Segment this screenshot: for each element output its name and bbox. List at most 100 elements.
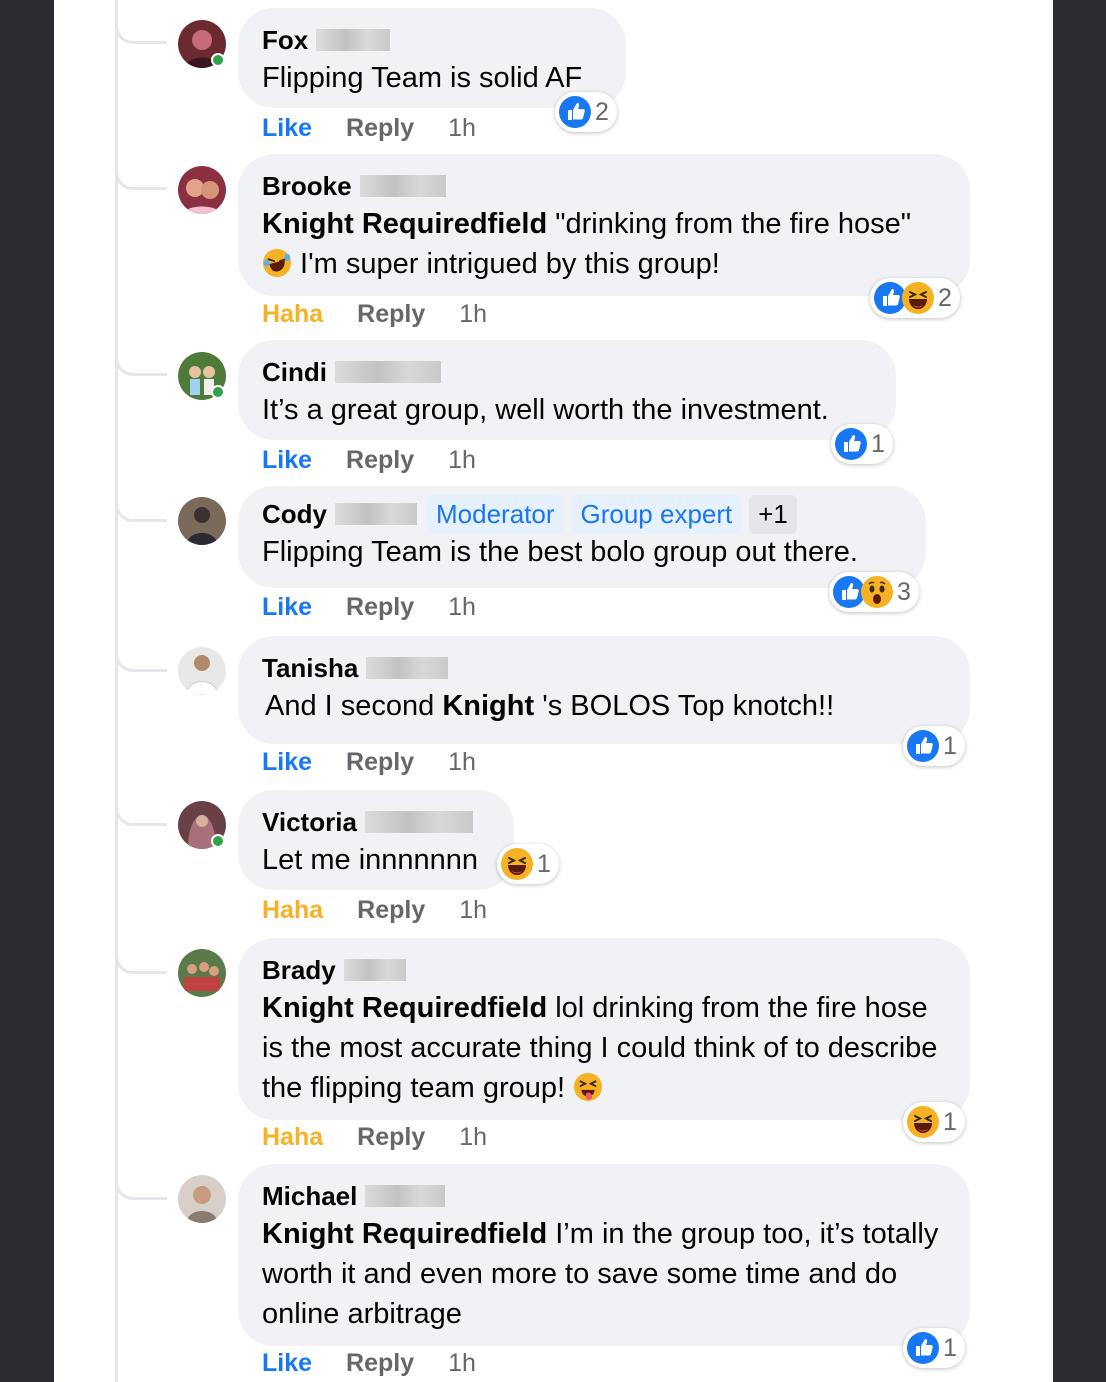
reply-button[interactable]: Reply bbox=[346, 446, 414, 475]
online-status-dot bbox=[211, 385, 225, 399]
reaction-count: 1 bbox=[943, 1107, 957, 1136]
reply-button[interactable]: Reply bbox=[357, 300, 425, 329]
comment-actions: Like Reply 1h bbox=[262, 114, 510, 143]
comment-bubble[interactable]: Cindi It’s a great group, well worth the… bbox=[238, 340, 896, 440]
timestamp[interactable]: 1h bbox=[448, 593, 476, 622]
group-expert-badge[interactable]: Group expert bbox=[571, 494, 742, 534]
like-button[interactable]: Like bbox=[262, 446, 312, 475]
avatar[interactable] bbox=[178, 166, 226, 214]
reaction-summary[interactable]: 1 bbox=[903, 726, 965, 766]
reply-button[interactable]: Reply bbox=[346, 593, 414, 622]
reaction-summary[interactable]: 1 bbox=[831, 424, 893, 464]
wow-icon bbox=[861, 576, 893, 608]
comment-text: Let me innnnnnn bbox=[262, 844, 479, 876]
comment-bubble[interactable]: Victoria Let me innnnnnn bbox=[238, 790, 514, 890]
reaction-count: 1 bbox=[943, 1333, 957, 1362]
squinting-tongue-emoji-icon bbox=[573, 1072, 603, 1102]
author-name[interactable]: Cody bbox=[262, 499, 327, 530]
redacted-surname bbox=[316, 29, 391, 51]
reply-button[interactable]: Reply bbox=[346, 748, 414, 777]
comment-bubble[interactable]: Brady Knight Requiredfield lol drinking … bbox=[238, 938, 970, 1120]
timestamp[interactable]: 1h bbox=[459, 300, 487, 329]
timestamp[interactable]: 1h bbox=[448, 748, 476, 777]
author-name[interactable]: Cindi bbox=[262, 357, 327, 388]
author-name[interactable]: Fox bbox=[262, 25, 308, 56]
moderator-badge[interactable]: Moderator bbox=[427, 494, 564, 534]
mention-link[interactable]: Knight Requiredfield bbox=[262, 992, 547, 1024]
timestamp[interactable]: 1h bbox=[459, 896, 487, 925]
reply-button[interactable]: Reply bbox=[357, 1123, 425, 1152]
thread-connector bbox=[115, 636, 167, 672]
online-status-dot bbox=[211, 53, 225, 67]
avatar[interactable] bbox=[178, 647, 226, 695]
reaction-summary[interactable]: 2 bbox=[870, 278, 960, 318]
comment-text: And I second Knight 's BOLOS Top knotch!… bbox=[265, 690, 835, 722]
comment-text: It’s a great group, well worth the inves… bbox=[262, 394, 829, 426]
avatar[interactable] bbox=[178, 949, 226, 997]
more-badges-button[interactable]: +1 bbox=[749, 494, 797, 534]
like-button[interactable]: Like bbox=[262, 1349, 312, 1378]
reply-button[interactable]: Reply bbox=[346, 1349, 414, 1378]
redacted-surname bbox=[359, 175, 446, 197]
mention-link[interactable]: Knight Requiredfield bbox=[262, 1218, 547, 1250]
thread-connector bbox=[115, 938, 167, 974]
avatar[interactable] bbox=[178, 497, 226, 545]
timestamp[interactable]: 1h bbox=[448, 1349, 476, 1378]
comment-text: Knight Requiredfield lol drinking from t… bbox=[262, 992, 938, 1104]
timestamp[interactable]: 1h bbox=[448, 446, 476, 475]
redacted-surname bbox=[365, 1185, 446, 1207]
comment-actions: Like Reply 1h bbox=[262, 1349, 510, 1378]
online-status-dot bbox=[211, 834, 225, 848]
redacted-surname bbox=[364, 811, 473, 833]
like-button[interactable]: Like bbox=[262, 114, 312, 143]
mention-link[interactable]: Knight bbox=[442, 690, 534, 722]
redacted-surname bbox=[335, 361, 441, 383]
reaction-summary[interactable]: 2 bbox=[555, 92, 617, 132]
reaction-summary[interactable]: 1 bbox=[903, 1328, 965, 1368]
author-name[interactable]: Michael bbox=[262, 1181, 357, 1212]
timestamp[interactable]: 1h bbox=[459, 1123, 487, 1152]
like-icon bbox=[835, 428, 867, 460]
comment-bubble[interactable]: Brooke Knight Requiredfield "drinking fr… bbox=[238, 154, 970, 296]
reaction-summary[interactable]: 3 bbox=[829, 572, 919, 612]
reaction-count: 3 bbox=[897, 577, 911, 606]
rofl-emoji-icon bbox=[262, 248, 292, 278]
comment-bubble[interactable]: Cody Moderator Group expert +1 Flipping … bbox=[238, 486, 926, 588]
haha-button[interactable]: Haha bbox=[262, 300, 323, 329]
reply-button[interactable]: Reply bbox=[357, 896, 425, 925]
author-name[interactable]: Victoria bbox=[262, 807, 357, 838]
haha-button[interactable]: Haha bbox=[262, 1123, 323, 1152]
comment-bubble[interactable]: Michael Knight Requiredfield I’m in the … bbox=[238, 1164, 970, 1346]
haha-icon bbox=[501, 848, 533, 880]
author-name[interactable]: Brady bbox=[262, 955, 336, 986]
comment-text: Flipping Team is the best bolo group out… bbox=[262, 536, 858, 568]
reaction-count: 2 bbox=[595, 97, 609, 126]
reaction-count: 2 bbox=[938, 283, 952, 312]
comment-bubble[interactable]: Tanisha And I second Knight 's BOLOS Top… bbox=[238, 636, 970, 744]
like-icon bbox=[907, 730, 939, 762]
author-name[interactable]: Tanisha bbox=[262, 653, 358, 684]
thread-connector bbox=[115, 790, 167, 826]
thread-connector bbox=[115, 486, 167, 522]
redacted-surname bbox=[335, 503, 417, 525]
avatar[interactable] bbox=[178, 1175, 226, 1223]
comment-actions: Like Reply 1h bbox=[262, 748, 510, 777]
haha-icon bbox=[907, 1106, 939, 1138]
haha-button[interactable]: Haha bbox=[262, 896, 323, 925]
reaction-summary[interactable]: 1 bbox=[903, 1102, 965, 1142]
author-name[interactable]: Brooke bbox=[262, 171, 352, 202]
comment-actions: Like Reply 1h bbox=[262, 593, 510, 622]
reaction-count: 1 bbox=[943, 731, 957, 760]
like-button[interactable]: Like bbox=[262, 748, 312, 777]
mention-link[interactable]: Knight Requiredfield bbox=[262, 208, 547, 240]
thread-connector bbox=[115, 340, 167, 376]
thread-connector bbox=[115, 154, 167, 190]
like-button[interactable]: Like bbox=[262, 593, 312, 622]
comment-actions: Haha Reply 1h bbox=[262, 896, 521, 925]
reaction-count: 1 bbox=[871, 429, 885, 458]
timestamp[interactable]: 1h bbox=[448, 114, 476, 143]
reaction-summary[interactable]: 1 bbox=[497, 844, 559, 884]
reply-button[interactable]: Reply bbox=[346, 114, 414, 143]
thread-connector bbox=[115, 1164, 167, 1200]
comment-actions: Haha Reply 1h bbox=[262, 300, 521, 329]
